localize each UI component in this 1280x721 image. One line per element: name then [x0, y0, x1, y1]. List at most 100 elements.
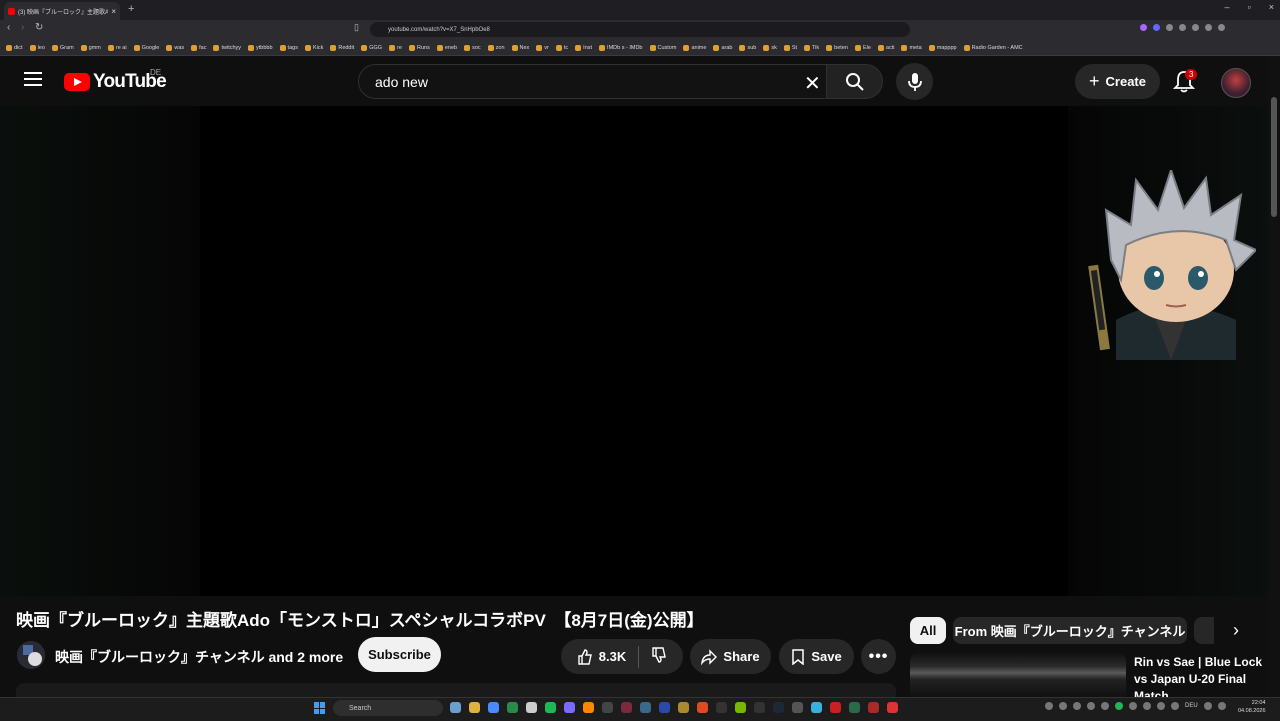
bookmark-item[interactable]: leo — [29, 44, 45, 51]
app-icon[interactable] — [887, 702, 898, 713]
subscribe-button[interactable]: Subscribe — [358, 637, 441, 672]
search-box[interactable] — [358, 64, 827, 99]
dislike-button[interactable] — [651, 647, 667, 666]
bookmark-item[interactable]: ytbbbb — [248, 44, 273, 51]
photoshop-icon[interactable] — [659, 702, 670, 713]
spotify-icon[interactable] — [545, 702, 556, 713]
tray-icon[interactable] — [1129, 702, 1137, 710]
new-tab-button[interactable]: + — [128, 3, 134, 15]
app-icon[interactable] — [716, 702, 727, 713]
vlc-icon[interactable] — [583, 702, 594, 713]
chevron-right-icon[interactable]: › — [1222, 617, 1250, 644]
extension-icon[interactable] — [1166, 24, 1173, 31]
tray-icon[interactable] — [1171, 702, 1179, 710]
close-window-button[interactable]: × — [1269, 2, 1274, 12]
bookmark-item[interactable]: fac — [191, 44, 206, 51]
create-button[interactable]: + Create — [1075, 64, 1160, 99]
app-icon[interactable] — [602, 702, 613, 713]
like-button[interactable]: 8.3K — [577, 648, 626, 665]
tray-icon[interactable] — [1087, 702, 1095, 710]
wifi-icon[interactable] — [1203, 702, 1212, 710]
save-button[interactable]: Save — [779, 639, 854, 674]
bookmark-item[interactable]: IMDb s - IMDb — [599, 44, 643, 51]
clear-search-icon[interactable]: ✕ — [804, 71, 821, 96]
app-icon[interactable] — [678, 702, 689, 713]
search-input[interactable] — [373, 72, 797, 91]
app-icon[interactable] — [450, 702, 461, 713]
app-icon[interactable] — [621, 702, 632, 713]
maximize-button[interactable]: ▫ — [1248, 2, 1251, 12]
bookmark-item[interactable]: meta — [901, 44, 922, 51]
extension-icon[interactable] — [1218, 24, 1225, 31]
bookmark-item[interactable]: sk — [763, 44, 777, 51]
reload-icon[interactable]: ↻ — [35, 22, 43, 33]
bookmark-icon[interactable]: ▯ — [354, 22, 359, 33]
app-icon[interactable] — [507, 702, 518, 713]
address-bar[interactable]: youtube.com/watch?v=X7_SnHpbOe8 — [370, 22, 910, 37]
keyboard-language[interactable]: DEU — [1185, 703, 1198, 709]
bookmark-item[interactable]: eneb — [436, 44, 457, 51]
browser-tab[interactable]: (3) 映画『ブルーロック』主題歌Ado「モンストロ」 × — [4, 2, 120, 20]
bookmark-item[interactable]: vr — [536, 44, 549, 51]
bookmark-item[interactable]: soc — [464, 44, 481, 51]
app-icon[interactable] — [640, 702, 651, 713]
bookmark-item[interactable]: dict — [6, 44, 23, 51]
bookmark-item[interactable]: Runs — [408, 44, 430, 51]
tray-icon[interactable] — [1115, 702, 1123, 710]
recommended-thumbnail[interactable] — [910, 653, 1126, 697]
app-icon[interactable] — [488, 702, 499, 713]
more-actions-button[interactable]: ••• — [861, 639, 896, 674]
opera-icon[interactable] — [830, 702, 841, 713]
taskbar-search[interactable]: Search — [333, 700, 443, 716]
app-icon[interactable] — [849, 702, 860, 713]
bookmark-item[interactable]: tags — [279, 44, 298, 51]
channel-avatar[interactable] — [17, 641, 45, 669]
chip-from-channel[interactable]: From 映画『ブルーロック』チャンネル — [953, 617, 1187, 644]
windows-start-icon[interactable] — [314, 702, 326, 714]
app-icon[interactable] — [792, 702, 803, 713]
bookmark-item[interactable]: arab — [713, 44, 732, 51]
bookmark-item[interactable]: Ele — [854, 44, 871, 51]
bookmark-item[interactable]: Google — [133, 44, 159, 51]
description-box[interactable] — [16, 683, 896, 697]
scrollbar-thumb[interactable] — [1271, 97, 1277, 217]
extension-icon[interactable] — [1192, 24, 1199, 31]
search-button[interactable] — [827, 64, 883, 99]
back-icon[interactable]: ‹ — [7, 22, 10, 33]
bookmark-item[interactable]: Gram — [51, 44, 74, 51]
bookmark-item[interactable]: was — [166, 44, 184, 51]
steam-icon[interactable] — [773, 702, 784, 713]
brave-icon[interactable] — [697, 702, 708, 713]
chip-overflow[interactable] — [1194, 617, 1214, 644]
app-icon[interactable] — [868, 702, 879, 713]
bookmark-item[interactable]: Tik — [804, 44, 819, 51]
bookmark-item[interactable]: Kick — [304, 44, 323, 51]
bookmark-item[interactable]: anime — [683, 44, 706, 51]
account-avatar[interactable] — [1221, 68, 1251, 98]
tray-icon[interactable] — [1101, 702, 1109, 710]
hamburger-menu-icon[interactable] — [24, 72, 42, 88]
nvidia-icon[interactable] — [735, 702, 746, 713]
bookmark-item[interactable]: GGG — [361, 44, 382, 51]
bookmark-item[interactable]: mapppp — [928, 44, 957, 51]
voice-search-button[interactable] — [896, 63, 933, 100]
volume-icon[interactable] — [1217, 702, 1226, 710]
bookmark-item[interactable]: re — [389, 44, 402, 51]
tray-icon[interactable] — [1073, 702, 1081, 710]
channel-name[interactable]: 映画『ブルーロック』チャンネル and 2 more — [55, 647, 343, 667]
app-icon[interactable] — [811, 702, 822, 713]
bookmark-item[interactable]: sub — [739, 44, 756, 51]
tray-icon[interactable] — [1143, 702, 1151, 710]
bookmark-item[interactable]: re ai — [107, 44, 127, 51]
app-icon[interactable] — [754, 702, 765, 713]
extension-icon[interactable] — [1205, 24, 1212, 31]
folder-icon[interactable] — [469, 702, 480, 713]
tray-icon[interactable] — [1157, 702, 1165, 710]
bookmark-item[interactable]: St — [783, 44, 797, 51]
bookmark-item[interactable]: Custom — [649, 44, 676, 51]
taskbar-clock[interactable]: 22:04 04.08.2026 — [1238, 699, 1266, 715]
tray-icon[interactable] — [1059, 702, 1067, 710]
bookmark-item[interactable]: zon — [487, 44, 505, 51]
forward-icon[interactable]: › — [21, 22, 24, 33]
tray-icon[interactable] — [1045, 702, 1053, 710]
